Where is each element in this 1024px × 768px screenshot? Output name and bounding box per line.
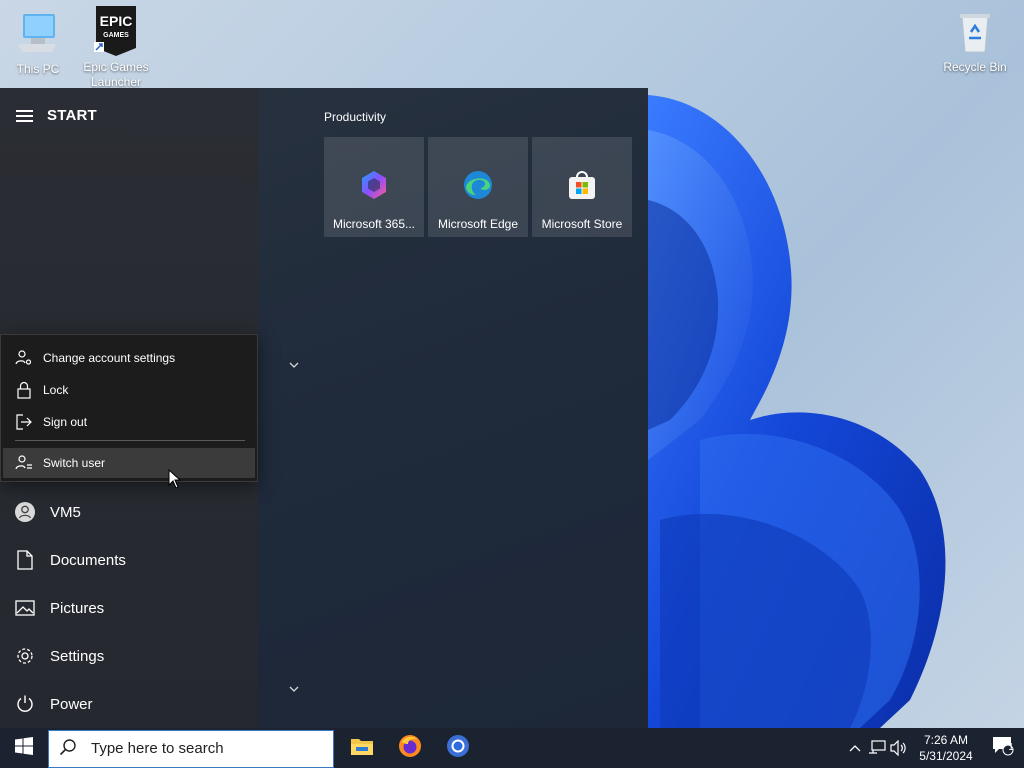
svg-text:EPIC: EPIC [100, 13, 133, 29]
mouse-cursor-icon [168, 468, 182, 489]
rail-item-power[interactable]: Power [0, 682, 258, 726]
rail-item-label: Power [50, 695, 93, 713]
menu-item-change-account-settings[interactable]: Change account settings [3, 343, 255, 373]
rail-item-user[interactable]: VM5 [0, 490, 258, 534]
menu-item-switch-user[interactable]: Switch user [3, 448, 255, 478]
computer-icon [15, 10, 61, 58]
menu-separator [15, 440, 245, 441]
desktop-icon-label: This PC [16, 62, 60, 76]
rail-item-label: Documents [50, 551, 126, 569]
menu-item-label: Sign out [43, 415, 88, 429]
system-tray: 7:26 AM 5/31/2024 1 [844, 728, 1024, 768]
clock-date: 5/31/2024 [919, 749, 973, 763]
file-explorer-icon [350, 736, 374, 761]
hamburger-icon[interactable] [16, 109, 33, 122]
windows-logo-icon [15, 736, 33, 760]
start-button[interactable] [0, 728, 48, 768]
menu-item-label: Switch user [43, 456, 106, 470]
recycle-bin-icon [952, 8, 998, 56]
tile-microsoft-edge[interactable]: Microsoft Edge [428, 137, 528, 237]
lock-icon [15, 381, 33, 399]
chevron-down-icon[interactable] [288, 358, 300, 368]
start-header[interactable]: START [16, 107, 97, 124]
menu-item-label: Lock [43, 383, 69, 397]
rail-item-label: Pictures [50, 599, 105, 617]
firefox-icon [398, 734, 422, 763]
store-icon [566, 169, 598, 201]
desktop-icon-recycle-bin[interactable]: Recycle Bin [935, 8, 1015, 75]
document-icon [14, 549, 36, 571]
account-settings-icon [15, 349, 33, 367]
taskbar-app-firefox[interactable] [386, 728, 434, 768]
pictures-icon [14, 597, 36, 619]
chevron-down-icon[interactable] [288, 682, 300, 692]
search-placeholder: Type here to search [91, 740, 224, 757]
power-icon [14, 693, 36, 715]
start-title: START [47, 107, 97, 124]
taskbar: Type here to search 7:26 AM 5/31/2024 1 [0, 728, 1024, 768]
rail-item-settings[interactable]: Settings [0, 634, 258, 678]
microsoft-365-icon [358, 169, 390, 201]
menu-item-sign-out[interactable]: Sign out [3, 407, 255, 437]
tile-microsoft-365[interactable]: Microsoft 365... [324, 137, 424, 237]
gear-icon [14, 645, 36, 667]
chrome-icon [446, 734, 470, 763]
show-hidden-icons-chevron-up-icon[interactable] [844, 728, 866, 768]
notification-center-button[interactable]: 1 [982, 728, 1024, 768]
account-flyout: Change account settings Lock Sign out Sw… [0, 334, 258, 482]
taskbar-clock[interactable]: 7:26 AM 5/31/2024 [910, 732, 982, 764]
tile-label: Microsoft Store [541, 217, 623, 231]
clock-time: 7:26 AM [923, 733, 969, 747]
sign-out-icon [15, 413, 33, 431]
desktop-icon-label: Epic Games Launcher [83, 60, 149, 89]
tile-group-title: Productivity [324, 110, 387, 124]
rail-item-label: Settings [50, 647, 105, 665]
desktop-icon-epic-games[interactable]: EPIC GAMES Epic Games Launcher [76, 6, 156, 90]
menu-item-lock[interactable]: Lock [3, 375, 255, 405]
user-avatar-icon [14, 501, 36, 523]
desktop-icon-label: Recycle Bin [943, 60, 1007, 74]
volume-icon[interactable] [888, 728, 910, 768]
epic-games-icon: EPIC GAMES [94, 6, 138, 56]
search-icon [59, 738, 77, 760]
svg-text:GAMES: GAMES [103, 32, 129, 39]
network-icon[interactable] [866, 728, 888, 768]
taskbar-app-chrome[interactable] [434, 728, 482, 768]
rail-item-documents[interactable]: Documents [0, 538, 258, 582]
tile-microsoft-store[interactable]: Microsoft Store [532, 137, 632, 237]
taskbar-search-box[interactable]: Type here to search [48, 729, 334, 768]
edge-icon [462, 169, 494, 201]
rail-item-pictures[interactable]: Pictures [0, 586, 258, 630]
notification-count: 1 [1008, 742, 1014, 753]
taskbar-app-file-explorer[interactable] [338, 728, 386, 768]
tile-label: Microsoft Edge [437, 217, 519, 231]
menu-item-label: Change account settings [43, 351, 176, 365]
rail-item-label: VM5 [50, 503, 81, 521]
tile-label: Microsoft 365... [332, 217, 416, 231]
switch-user-icon [15, 454, 33, 472]
desktop-icon-this-pc[interactable]: This PC [0, 10, 78, 77]
